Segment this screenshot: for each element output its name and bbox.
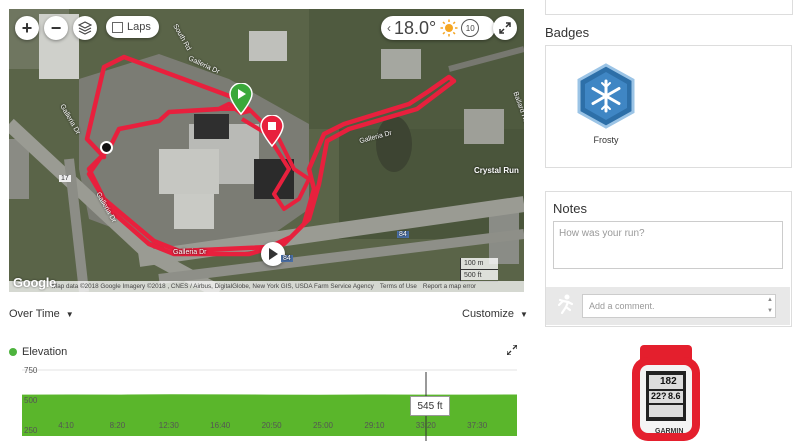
caret-down-icon: ▼	[65, 310, 74, 319]
highway-shield: 17	[59, 175, 71, 182]
legend-label: Elevation	[22, 346, 68, 358]
attribution-text: Map data ©2018 Google Imagery ©2018 , CN…	[52, 283, 374, 290]
temperature: 18.0°	[394, 17, 437, 38]
highway-shield: 84	[281, 255, 293, 262]
comment-input[interactable]: Add a comment.	[582, 294, 776, 318]
zoom-in-button[interactable]: +	[15, 16, 39, 40]
highway-shield: 84	[397, 231, 409, 238]
elevation-chart[interactable]: 750 500 250 4:10 8:20 12:30 16:40 20:50 25:00 29:…	[0, 360, 530, 441]
x-tick-label: 12:30	[159, 421, 180, 430]
chart-view-label: Over Time	[9, 308, 60, 320]
x-tick-label: 4:10	[58, 421, 74, 430]
expand-chart-icon[interactable]	[506, 344, 518, 358]
report-link[interactable]: Report a map error	[420, 283, 479, 290]
map-scale: 100 m 500 ft	[460, 258, 498, 282]
laps-toggle[interactable]: Laps	[106, 16, 159, 38]
runner-avatar-icon	[557, 294, 574, 315]
chevron-left-icon[interactable]: ‹	[381, 21, 394, 35]
x-tick-label: 8:20	[110, 421, 126, 430]
customize-label: Customize	[462, 308, 514, 320]
chart-legend[interactable]: Elevation	[9, 346, 67, 358]
watch-screen-value: 22?	[651, 391, 667, 401]
zoom-out-button[interactable]: −	[44, 16, 68, 40]
place-label: Crystal Run	[474, 166, 519, 175]
watch-brand: GARMIN	[655, 428, 684, 435]
chart-view-dropdown[interactable]: Over Time ▼	[9, 308, 74, 320]
terms-link[interactable]: Terms of Use	[377, 283, 420, 290]
notes-input[interactable]: How was your run?	[553, 221, 783, 269]
x-tick-label: 16:40	[210, 421, 231, 430]
x-tick-label: 29:10	[364, 421, 385, 430]
badge-label: Frosty	[593, 135, 619, 145]
snowflake-badge-icon[interactable]	[576, 63, 636, 129]
route-map[interactable]: + − Laps ‹ 18.0° 10 Galleria Dr Galleria…	[9, 9, 524, 292]
play-icon	[269, 248, 278, 260]
play-button[interactable]	[261, 242, 285, 266]
y-tick-label: 500	[24, 396, 38, 405]
notes-title: Notes	[553, 201, 587, 216]
badges-title: Badges	[545, 25, 590, 40]
start-marker-icon[interactable]	[229, 83, 253, 115]
caret-down-icon: ▼	[520, 310, 528, 319]
weather-widget[interactable]: ‹ 18.0° 10	[381, 16, 495, 40]
watch-screen-value: 8.6	[668, 391, 681, 401]
y-tick-label: 750	[24, 366, 38, 375]
lap-marker-icon	[100, 141, 113, 154]
x-tick-label: 37:30	[467, 421, 488, 430]
layers-icon[interactable]	[73, 16, 97, 40]
stop-marker-icon[interactable]	[260, 115, 284, 147]
y-tick-label: 250	[24, 426, 38, 435]
x-tick-label: 25:00	[313, 421, 334, 430]
scale-meters: 100 m	[460, 258, 498, 270]
fullscreen-icon[interactable]	[493, 16, 517, 40]
stats-card-edge	[545, 0, 793, 15]
laps-label: Laps	[127, 21, 151, 33]
sun-icon	[440, 19, 458, 37]
legend-dot	[9, 348, 17, 356]
x-tick-label: 20:50	[262, 421, 283, 430]
map-attribution: Map data ©2018 Google Imagery ©2018 , CN…	[9, 281, 524, 292]
road-label: Galleria Dr	[173, 249, 207, 256]
watch-screen-value: 182	[660, 376, 677, 387]
chart-tooltip: 545 ft	[410, 396, 450, 416]
google-logo: Google	[13, 275, 56, 290]
customize-dropdown[interactable]: Customize ▼	[462, 308, 528, 320]
comment-scroll[interactable]: ▲ ▼	[765, 295, 775, 317]
laps-checkbox[interactable]	[112, 21, 123, 33]
wind-icon: 10	[461, 19, 480, 37]
